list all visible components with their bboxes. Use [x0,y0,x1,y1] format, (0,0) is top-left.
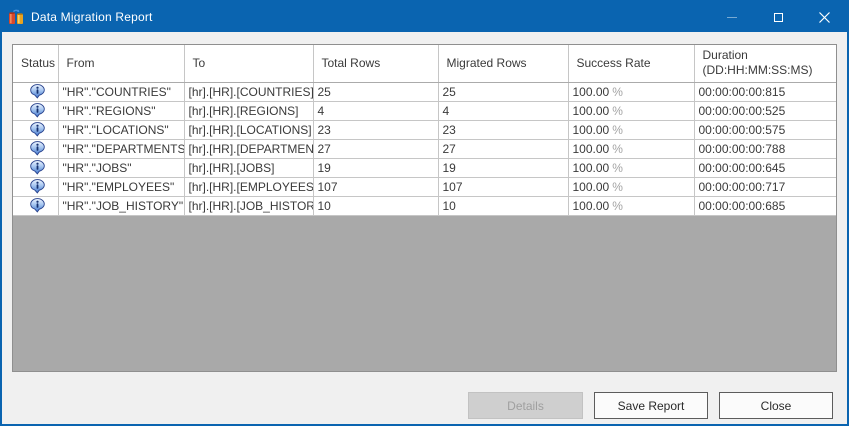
close-icon [818,11,830,23]
migrated-rows-cell: 23 [438,120,569,140]
column-header-migrated-rows[interactable]: Migrated Rows [438,45,569,83]
status-cell [13,120,59,140]
total-rows-cell: 27 [313,139,439,159]
total-rows-cell: 4 [313,101,439,121]
duration-cell: 00:00:00:00:788 [694,139,836,159]
status-cell [13,101,59,121]
total-rows-cell: 23 [313,120,439,140]
report-table-body: "HR"."COUNTRIES" [hr].[HR].[COUNTRIES] 2… [13,82,836,216]
total-rows-cell: 107 [313,177,439,197]
to-cell: [hr].[HR].[JOB_HISTORY] [184,196,314,216]
column-header-to[interactable]: To [184,45,314,83]
from-cell: "HR"."JOBS" [58,158,185,178]
info-balloon-icon [29,179,45,194]
maximize-icon [773,12,783,22]
minimize-button[interactable] [709,2,755,32]
table-row[interactable]: "HR"."REGIONS" [hr].[HR].[REGIONS] 4 4 1… [13,101,836,121]
column-header-duration[interactable]: Duration (DD:HH:MM:SS:MS) [694,45,836,83]
table-row[interactable]: "HR"."LOCATIONS" [hr].[HR].[LOCATIONS] 2… [13,120,836,140]
migrated-rows-cell: 27 [438,139,569,159]
success-rate-cell: 100.00% [568,101,695,121]
duration-cell: 00:00:00:00:575 [694,120,836,140]
success-rate-cell: 100.00% [568,177,695,197]
migrated-rows-cell: 19 [438,158,569,178]
column-header-success-rate[interactable]: Success Rate [568,45,695,83]
from-cell: "HR"."LOCATIONS" [58,120,185,140]
info-balloon-icon [29,160,45,175]
migrated-rows-cell: 10 [438,196,569,216]
from-cell: "HR"."DEPARTMENTS" [58,139,185,159]
app-icon [8,9,24,25]
migrated-rows-cell: 4 [438,101,569,121]
minimize-icon [727,16,737,18]
table-row[interactable]: "HR"."EMPLOYEES" [hr].[HR].[EMPLOYEES] 1… [13,177,836,197]
success-rate-cell: 100.00% [568,158,695,178]
success-rate-cell: 100.00% [568,120,695,140]
migration-report-grid: Status From To Total Rows Migrated Rows … [12,44,837,372]
table-row[interactable]: "HR"."COUNTRIES" [hr].[HR].[COUNTRIES] 2… [13,82,836,102]
info-balloon-icon [29,122,45,137]
to-cell: [hr].[HR].[LOCATIONS] [184,120,314,140]
maximize-button[interactable] [755,2,801,32]
from-cell: "HR"."REGIONS" [58,101,185,121]
success-rate-cell: 100.00% [568,196,695,216]
info-balloon-icon [29,84,45,99]
table-row[interactable]: "HR"."JOB_HISTORY" [hr].[HR].[JOB_HISTOR… [13,196,836,216]
to-cell: [hr].[HR].[EMPLOYEES] [184,177,314,197]
titlebar: Data Migration Report [2,2,847,32]
duration-cell: 00:00:00:00:645 [694,158,836,178]
table-row[interactable]: "HR"."JOBS" [hr].[HR].[JOBS] 19 19 100.0… [13,158,836,178]
total-rows-cell: 19 [313,158,439,178]
save-report-button[interactable]: Save Report [594,392,708,419]
total-rows-cell: 25 [313,82,439,102]
column-header-from[interactable]: From [58,45,185,83]
to-cell: [hr].[HR].[REGIONS] [184,101,314,121]
duration-cell: 00:00:00:00:717 [694,177,836,197]
migrated-rows-cell: 107 [438,177,569,197]
close-button[interactable]: Close [719,392,833,419]
report-table: Status From To Total Rows Migrated Rows … [13,45,836,216]
success-rate-cell: 100.00% [568,139,695,159]
from-cell: "HR"."JOB_HISTORY" [58,196,185,216]
to-cell: [hr].[HR].[COUNTRIES] [184,82,314,102]
close-window-button[interactable] [801,2,847,32]
success-rate-cell: 100.00% [568,82,695,102]
status-cell [13,158,59,178]
status-cell [13,82,59,102]
duration-cell: 00:00:00:00:685 [694,196,836,216]
header-row: Status From To Total Rows Migrated Rows … [13,45,836,83]
data-migration-report-window: Data Migration Report Status From To Tot… [0,0,849,426]
info-balloon-icon [29,141,45,156]
status-cell [13,139,59,159]
duration-cell: 00:00:00:00:525 [694,101,836,121]
migrated-rows-cell: 25 [438,82,569,102]
duration-cell: 00:00:00:00:815 [694,82,836,102]
details-button[interactable]: Details [468,392,583,419]
column-header-status[interactable]: Status [13,45,59,83]
table-row[interactable]: "HR"."DEPARTMENTS" [hr].[HR].[DEPARTMENT… [13,139,836,159]
status-cell [13,177,59,197]
info-balloon-icon [29,198,45,213]
total-rows-cell: 10 [313,196,439,216]
info-balloon-icon [29,103,45,118]
window-controls [709,2,847,32]
to-cell: [hr].[HR].[DEPARTMENTS] [184,139,314,159]
from-cell: "HR"."COUNTRIES" [58,82,185,102]
window-title: Data Migration Report [31,10,153,24]
client-area: Status From To Total Rows Migrated Rows … [2,32,847,424]
status-cell [13,196,59,216]
from-cell: "HR"."EMPLOYEES" [58,177,185,197]
footer-buttons: Details Save Report Close [468,392,833,419]
to-cell: [hr].[HR].[JOBS] [184,158,314,178]
column-header-total-rows[interactable]: Total Rows [313,45,439,83]
